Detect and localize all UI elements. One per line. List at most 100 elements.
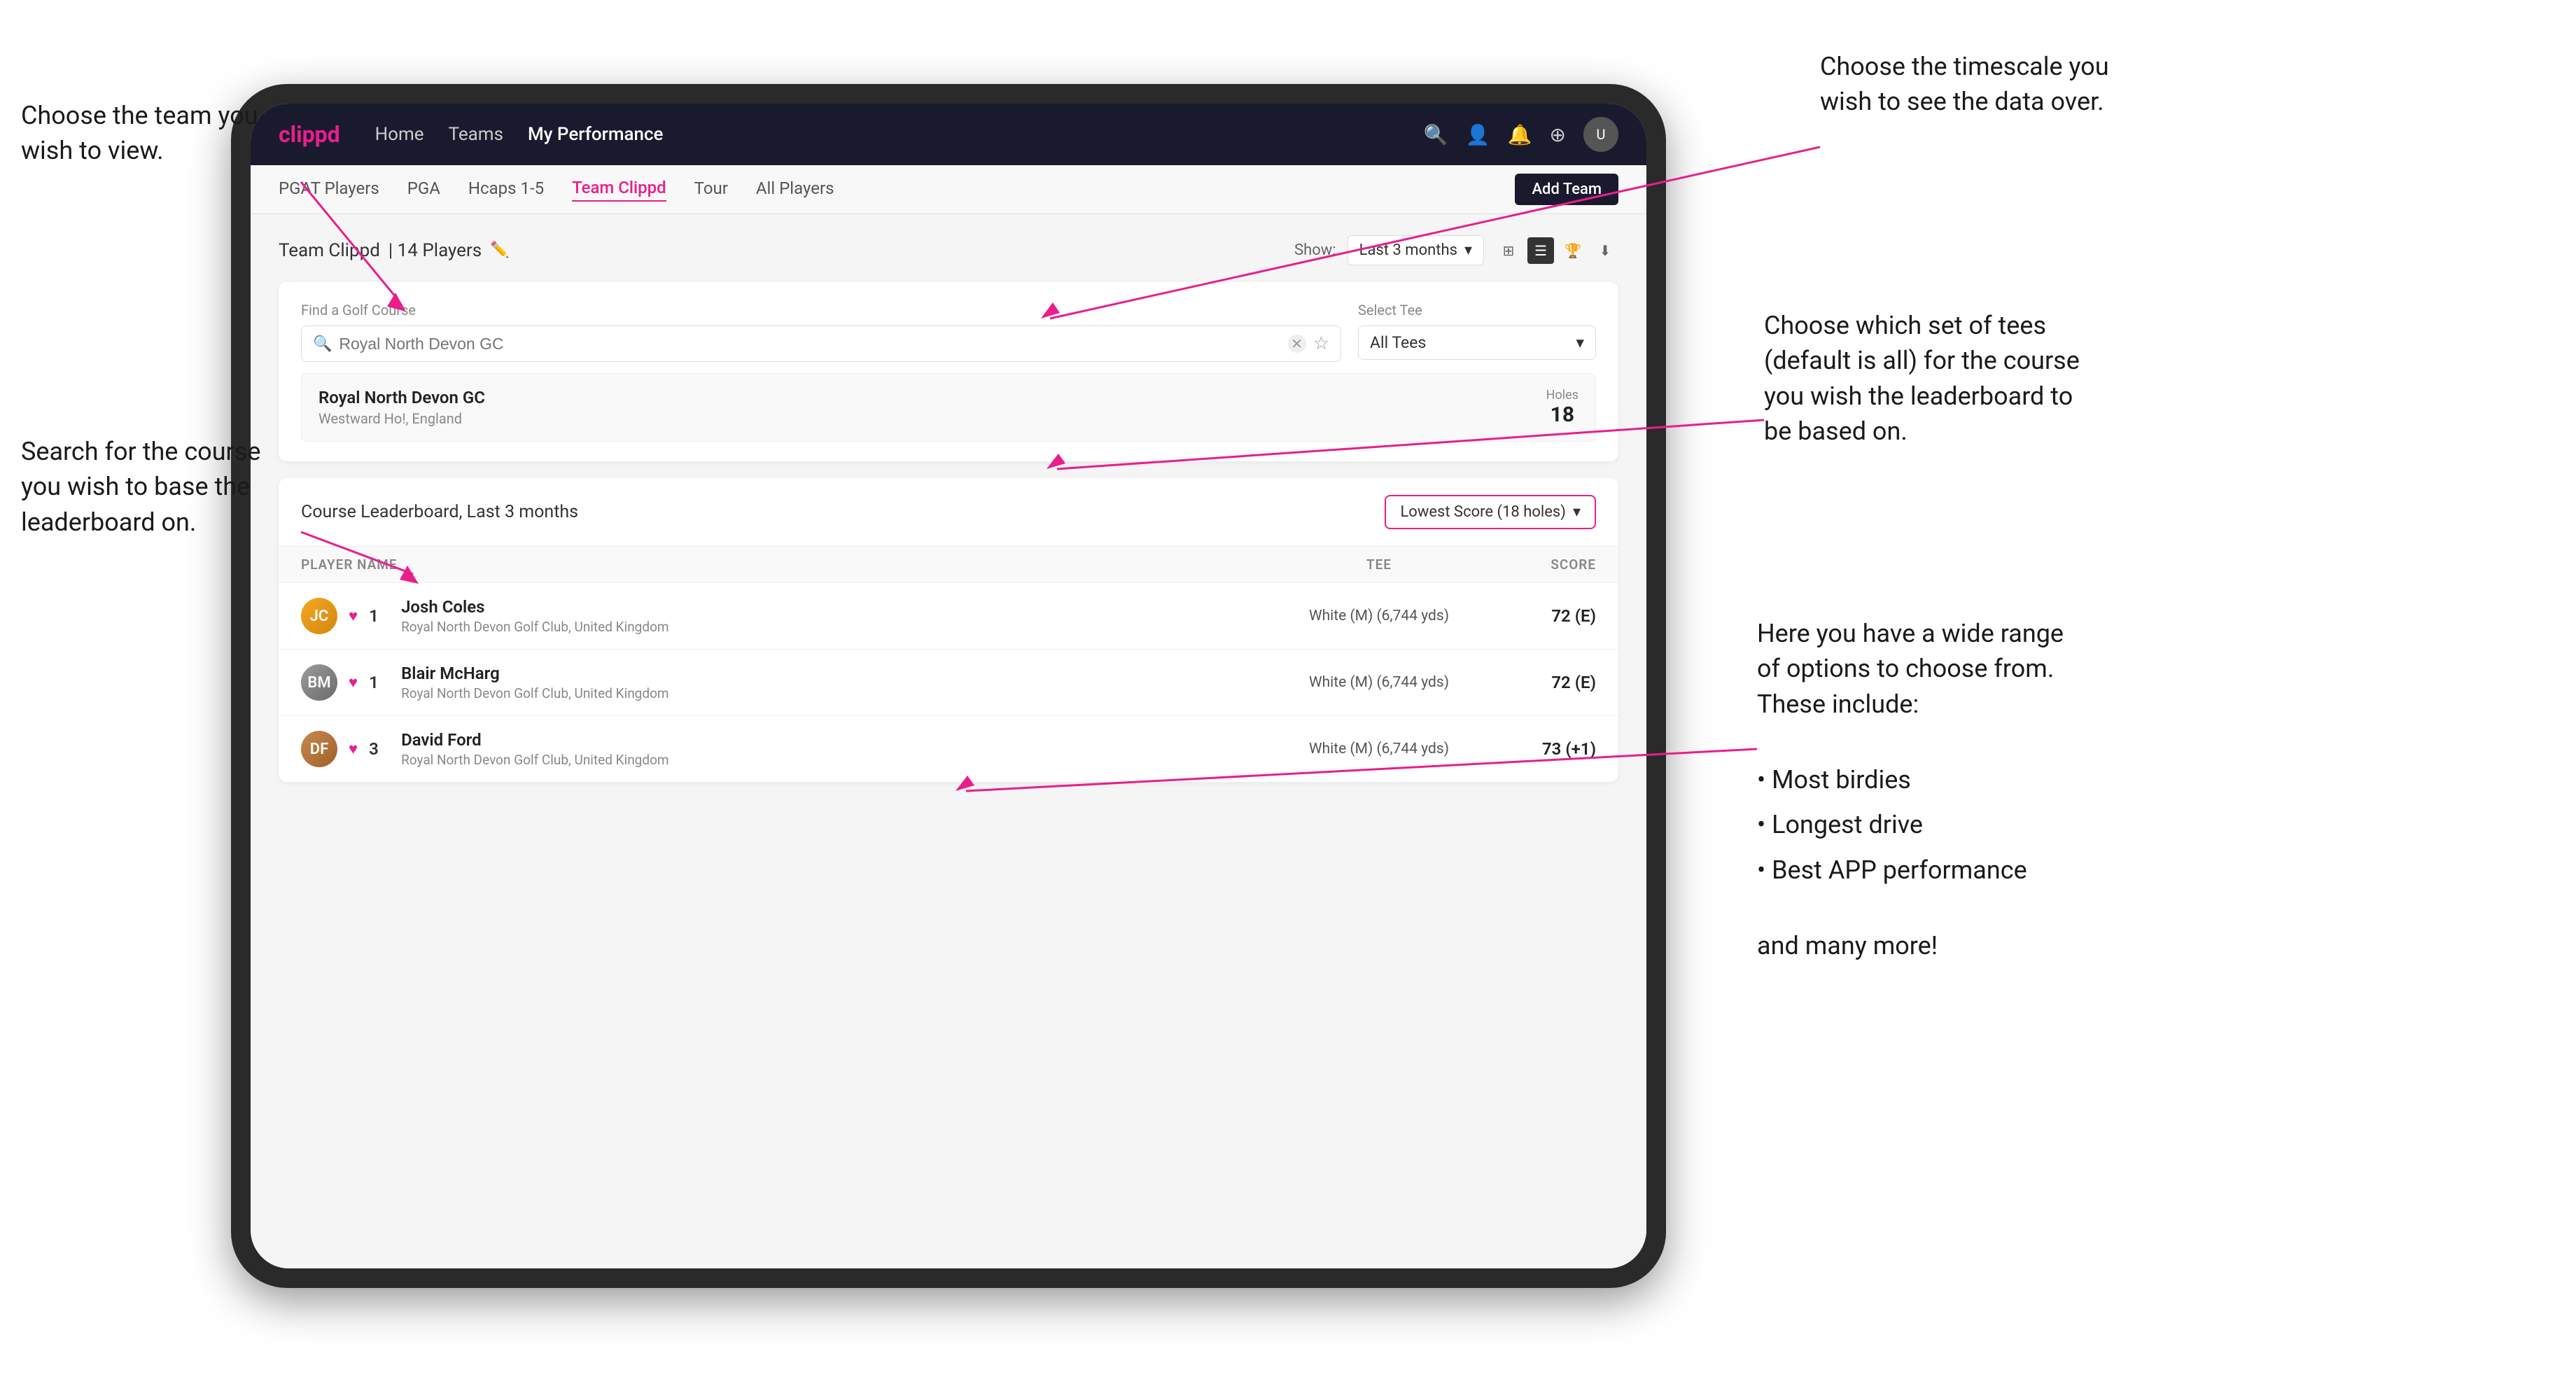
player-info: BM ♥ 1 Blair McHarg Royal North Devon Go… [301,664,1274,701]
time-period-dropdown[interactable]: Last 3 months ▾ [1348,235,1484,265]
tee-column-header: TEE [1274,556,1484,573]
player-details: Josh Coles Royal North Devon Golf Club, … [401,597,1274,635]
find-course-label: Find a Golf Course [301,302,1341,318]
edit-icon[interactable]: ✏️ [490,241,509,259]
subnav-pga[interactable]: PGA [407,178,440,201]
nav-link-home[interactable]: Home [375,124,424,145]
add-team-button[interactable]: Add Team [1515,174,1618,205]
player-info: JC ♥ 1 Josh Coles Royal North Devon Golf… [301,597,1274,635]
nav-link-my-performance[interactable]: My Performance [528,124,663,145]
app-logo: clippd [279,121,340,148]
player-club: Royal North Devon Golf Club, United King… [401,685,1274,701]
list-item: Most birdies [1757,757,2219,803]
subnav-tour[interactable]: Tour [694,178,728,201]
tee-select-dropdown[interactable]: All Tees ▾ [1358,326,1596,360]
nav-icon-group: 🔍 👤 🔔 ⊕ U [1424,117,1618,152]
avatar[interactable]: U [1583,117,1618,152]
subnav-team-clippd[interactable]: Team Clippd [572,178,666,202]
player-info: DF ♥ 3 David Ford Royal North Devon Golf… [301,730,1274,768]
player-column-header: PLAYER NAME [301,556,1274,573]
chevron-down-icon: ▾ [1576,333,1584,352]
team-name: Team Clippd [279,240,380,261]
tablet-screen: clippd Home Teams My Performance 🔍 👤 🔔 ⊕… [251,104,1646,1268]
tee-info: White (M) (6,744 yds) [1274,608,1484,624]
table-row: BM ♥ 1 Blair McHarg Royal North Devon Go… [279,650,1618,716]
table-row: JC ♥ 1 Josh Coles Royal North Devon Golf… [279,583,1618,650]
course-info: Royal North Devon GC Westward Ho!, Engla… [318,388,485,427]
course-name: Royal North Devon GC [318,388,485,407]
player-name: David Ford [401,730,1274,750]
search-icon: 🔍 [313,335,332,353]
annotation-bottom-right: Here you have a wide rangeof options to … [1757,616,2219,964]
player-count: | 14 Players [388,240,482,261]
tee-select-column: Select Tee All Tees ▾ [1358,302,1596,360]
clear-button[interactable]: ✕ [1288,335,1306,353]
rank-number: 3 [369,739,390,759]
and-more-text: and many more! [1757,931,1938,960]
subnav-hcaps[interactable]: Hcaps 1-5 [468,178,544,201]
content-area: Team Clippd | 14 Players ✏️ Show: Last 3… [251,214,1646,1268]
annotation-top-right: Choose the timescale youwish to see the … [1820,49,2205,120]
avatar: DF [301,731,337,767]
trophy-view-button[interactable]: 🏆 [1560,237,1586,264]
course-location: Westward Ho!, England [318,410,485,427]
player-club: Royal North Devon Golf Club, United King… [401,619,1274,635]
list-view-button[interactable]: ☰ [1527,237,1554,264]
heart-icon[interactable]: ♥ [349,740,358,758]
player-name: Blair McHarg [401,664,1274,683]
score-type-dropdown[interactable]: Lowest Score (18 holes) ▾ [1385,495,1596,529]
search-icon[interactable]: 🔍 [1424,123,1448,146]
player-name: Josh Coles [401,597,1274,617]
bell-icon[interactable]: 🔔 [1508,123,1532,146]
course-search-input-wrap[interactable]: 🔍 ✕ ☆ [301,326,1341,362]
chevron-down-icon: ▾ [1573,503,1581,521]
score-info: 72 (E) [1484,606,1596,626]
team-header: Team Clippd | 14 Players ✏️ Show: Last 3… [279,235,1618,265]
user-icon[interactable]: 👤 [1466,123,1490,146]
nav-links: Home Teams My Performance [375,124,1424,145]
holes-label: Holes [1546,388,1578,402]
player-club: Royal North Devon Golf Club, United King… [401,752,1274,768]
leaderboard-header: Course Leaderboard, Last 3 months Lowest… [279,478,1618,547]
heart-icon[interactable]: ♥ [349,673,358,692]
course-search-input[interactable] [339,335,1280,354]
avatar: BM [301,664,337,701]
heart-icon[interactable]: ♥ [349,607,358,625]
score-info: 73 (+1) [1484,739,1596,759]
team-title: Team Clippd | 14 Players ✏️ [279,240,510,261]
holes-value: 18 [1546,402,1578,427]
tee-info: White (M) (6,744 yds) [1274,741,1484,757]
avatar: JC [301,598,337,634]
rank-number: 1 [369,673,390,692]
search-row: Find a Golf Course 🔍 ✕ ☆ Select Tee [301,302,1596,362]
tablet-frame: clippd Home Teams My Performance 🔍 👤 🔔 ⊕… [231,84,1666,1288]
annotation-top-left: Choose the team youwish to view. [21,98,287,169]
sub-navigation: PGAT Players PGA Hcaps 1-5 Team Clippd T… [251,165,1646,214]
tee-info: White (M) (6,744 yds) [1274,674,1484,691]
view-icon-group: ⊞ ☰ 🏆 ⬇ [1495,237,1618,264]
grid-view-button[interactable]: ⊞ [1495,237,1522,264]
top-navigation: clippd Home Teams My Performance 🔍 👤 🔔 ⊕… [251,104,1646,165]
course-search-column: Find a Golf Course 🔍 ✕ ☆ [301,302,1341,362]
leaderboard-card: Course Leaderboard, Last 3 months Lowest… [279,478,1618,782]
list-item: Longest drive [1757,802,2219,848]
player-details: David Ford Royal North Devon Golf Club, … [401,730,1274,768]
download-button[interactable]: ⬇ [1592,237,1618,264]
leaderboard-title: Course Leaderboard, Last 3 months [301,502,578,522]
score-column-header: SCORE [1484,556,1596,573]
table-row: DF ♥ 3 David Ford Royal North Devon Golf… [279,716,1618,782]
course-result: Royal North Devon GC Westward Ho!, Engla… [301,373,1596,442]
options-list: Most birdies Longest drive Best APP perf… [1757,757,2219,893]
nav-link-teams[interactable]: Teams [449,124,503,145]
favorite-icon[interactable]: ☆ [1313,333,1329,354]
annotation-middle-left: Search for the courseyou wish to base th… [21,434,301,540]
player-details: Blair McHarg Royal North Devon Golf Club… [401,664,1274,701]
settings-icon[interactable]: ⊕ [1550,123,1566,146]
show-label: Show: [1294,241,1336,259]
search-card: Find a Golf Course 🔍 ✕ ☆ Select Tee [279,282,1618,461]
rank-number: 1 [369,606,390,626]
list-item: Best APP performance [1757,848,2219,893]
subnav-all-players[interactable]: All Players [756,178,834,201]
holes-badge: Holes 18 [1546,388,1578,427]
subnav-pgat[interactable]: PGAT Players [279,178,379,201]
